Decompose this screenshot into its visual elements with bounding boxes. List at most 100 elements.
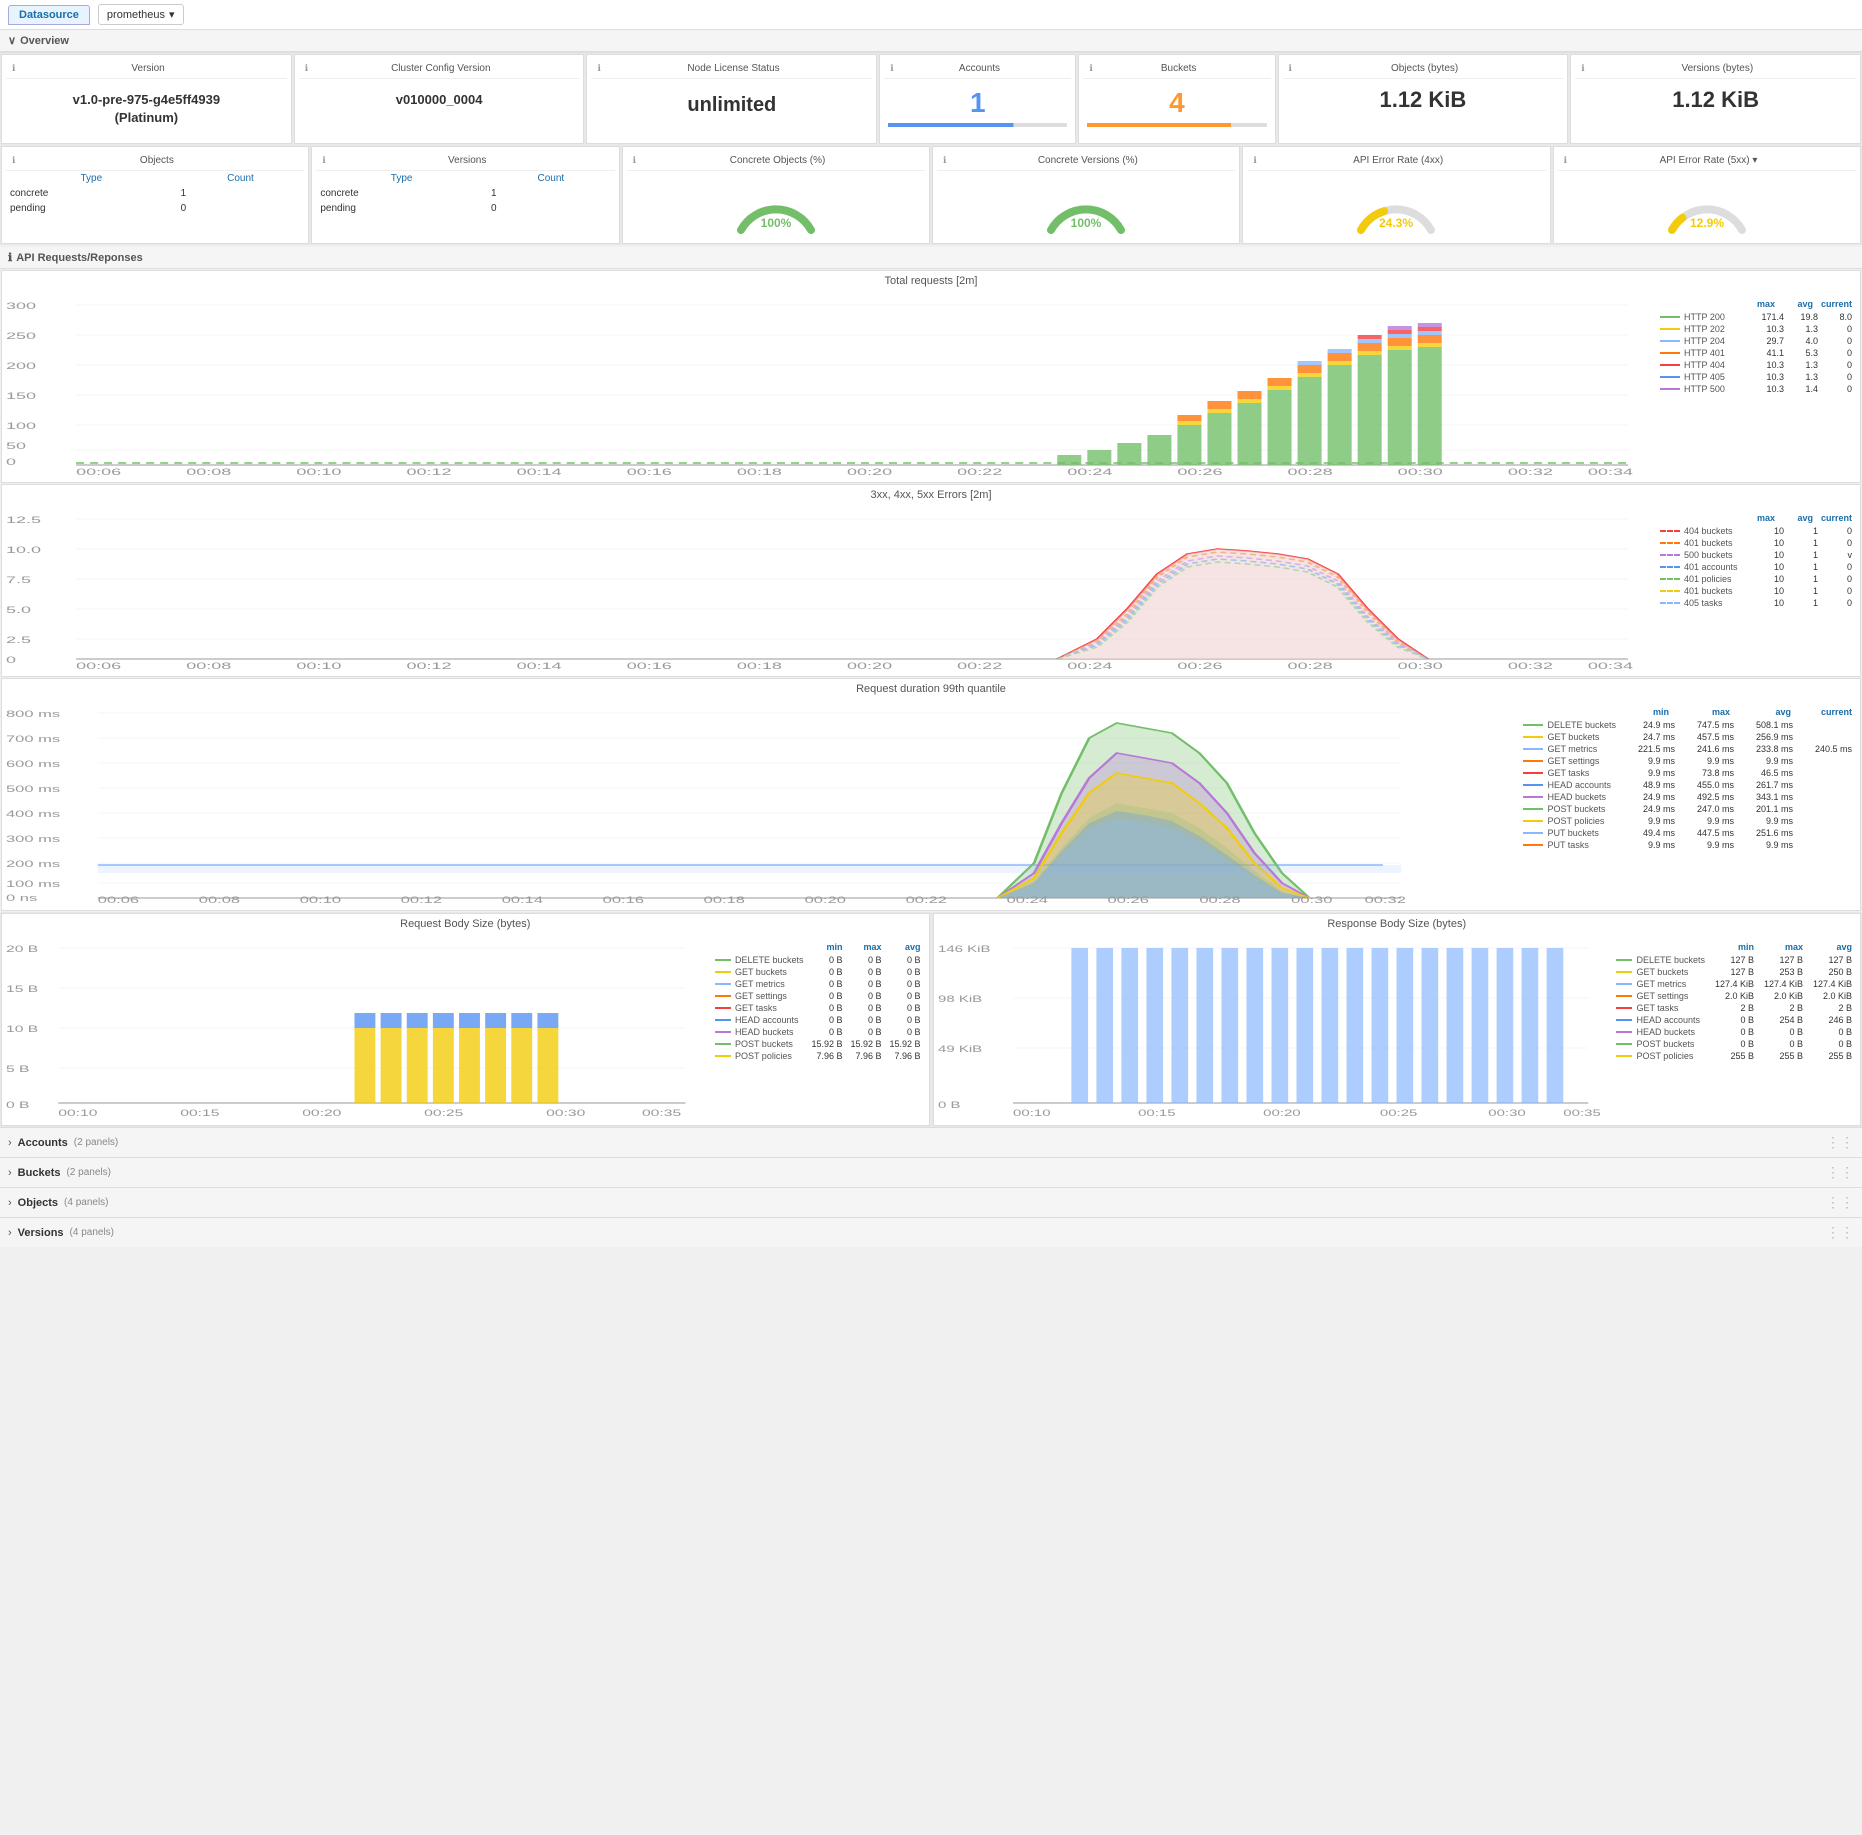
svg-text:00:35: 00:35 — [642, 1108, 681, 1119]
duration-legend: min max avg current DELETE buckets 24.9 … — [1519, 703, 1856, 906]
svg-text:00:24: 00:24 — [1067, 662, 1112, 672]
svg-text:15 B: 15 B — [6, 984, 38, 995]
request-body-legend: min max avg DELETE buckets 0 B 0 B 0 B G… — [711, 938, 925, 1121]
svg-text:00:14: 00:14 — [502, 895, 543, 905]
objects-drag-handle[interactable]: ⋮⋮ — [1826, 1194, 1854, 1211]
accounts-drag-handle[interactable]: ⋮⋮ — [1826, 1134, 1854, 1151]
cluster-config-panel: ℹ Cluster Config Version v010000_0004 — [294, 54, 585, 144]
svg-text:00:18: 00:18 — [737, 468, 782, 478]
svg-text:00:10: 00:10 — [296, 662, 341, 672]
svg-text:00:10: 00:10 — [300, 895, 341, 905]
legend-get-buckets-resp: GET buckets 127 B 253 B 250 B — [1616, 966, 1852, 978]
total-requests-chart-area: 300 250 200 150 100 50 0 — [2, 291, 1860, 482]
legend-get-tasks-rb: GET tasks 0 B 0 B 0 B — [715, 1002, 921, 1014]
errors-legend-header: maxavgcurrent — [1660, 513, 1852, 523]
total-requests-panel: Total requests [2m] 300 250 200 150 100 … — [1, 270, 1861, 483]
svg-text:00:30: 00:30 — [1291, 895, 1332, 905]
svg-text:00:14: 00:14 — [517, 468, 562, 478]
legend-head-buckets-dur: HEAD buckets 24.9 ms 492.5 ms 343.1 ms — [1523, 791, 1852, 803]
svg-text:250: 250 — [6, 332, 36, 342]
objects-bytes-title: Objects (bytes) — [1292, 63, 1557, 74]
legend-get-settings-dur: GET settings 9.9 ms 9.9 ms 9.9 ms — [1523, 755, 1852, 767]
concrete-objects-gauge-panel: ℹ Concrete Objects (%) 100% — [622, 146, 930, 244]
ver-type-header: Type — [316, 171, 487, 186]
svg-text:98 KiB: 98 KiB — [938, 994, 982, 1004]
svg-text:00:22: 00:22 — [957, 468, 1002, 478]
objects-bytes-header: ℹ Objects (bytes) — [1283, 59, 1564, 79]
node-license-header: ℹ Node License Status — [591, 59, 872, 79]
legend-get-settings-rb: GET settings 0 B 0 B 0 B — [715, 990, 921, 1002]
request-body-title: Request Body Size (bytes) — [2, 914, 929, 934]
concrete-objects-gauge-header: ℹ Concrete Objects (%) — [627, 151, 925, 171]
legend-head-accounts-rb: HEAD accounts 0 B 0 B 0 B — [715, 1014, 921, 1026]
svg-text:0: 0 — [6, 458, 16, 468]
overview-collapse-icon: ∨ — [8, 34, 16, 47]
objects-table-title: Objects — [15, 155, 298, 166]
svg-text:300 ms: 300 ms — [6, 834, 61, 844]
ver-count-header: Count — [487, 171, 615, 186]
versions-section-row[interactable]: › Versions (4 panels) ⋮⋮ — [0, 1217, 1862, 1247]
legend-401policies: 401 policies 10 1 0 — [1660, 573, 1852, 585]
svg-text:00:26: 00:26 — [1108, 895, 1149, 905]
api-error-4xx-gauge-panel: ℹ API Error Rate (4xx) 24.3% — [1242, 146, 1550, 244]
accounts-panel: ℹ Accounts 1 — [879, 54, 1076, 144]
legend-http405: HTTP 405 10.3 1.3 0 — [1660, 371, 1852, 383]
objects-table-header: ℹ Objects — [6, 151, 304, 171]
versions-bytes-title: Versions (bytes) — [1585, 63, 1850, 74]
errors-title: 3xx, 4xx, 5xx Errors [2m] — [2, 485, 1860, 505]
svg-text:00:06: 00:06 — [76, 468, 121, 478]
legend-head-buckets-rb: HEAD buckets 0 B 0 B 0 B — [715, 1026, 921, 1038]
total-requests-svg-area: 300 250 200 150 100 50 0 — [6, 295, 1648, 478]
node-license-value: unlimited — [595, 91, 868, 119]
versions-table: Type Count concrete1 pending0 — [316, 171, 614, 216]
node-license-title: Node License Status — [601, 63, 866, 74]
versions-drag-handle[interactable]: ⋮⋮ — [1826, 1224, 1854, 1241]
prometheus-label: prometheus — [107, 9, 165, 21]
versions-panel-count: (4 panels) — [70, 1227, 114, 1238]
objects-table-panel: ℹ Objects Type Count concrete1 pending0 — [1, 146, 309, 244]
concrete-versions-title: Concrete Versions (%) — [946, 155, 1229, 166]
legend-get-metrics-resp: GET metrics 127.4 KiB 127.4 KiB 127.4 Ki… — [1616, 978, 1852, 990]
api-collapse-icon: ℹ — [8, 251, 12, 264]
svg-text:600 ms: 600 ms — [6, 759, 61, 769]
svg-text:2.5: 2.5 — [6, 636, 31, 646]
buckets-drag-handle[interactable]: ⋮⋮ — [1826, 1164, 1854, 1181]
svg-text:00:30: 00:30 — [1488, 1108, 1526, 1118]
datasource-tab[interactable]: Datasource — [8, 5, 90, 25]
response-body-svg-el: 146 KiB 98 KiB 49 KiB 0 B — [938, 938, 1605, 1118]
concrete-versions-gauge-panel: ℹ Concrete Versions (%) 100% — [932, 146, 1240, 244]
concrete-objects-title: Concrete Objects (%) — [636, 155, 919, 166]
objects-table: Type Count concrete1 pending0 — [6, 171, 304, 216]
legend-get-settings-resp: GET settings 2.0 KiB 2.0 KiB 2.0 KiB — [1616, 990, 1852, 1002]
legend-http401: HTTP 401 41.1 5.3 0 — [1660, 347, 1852, 359]
response-body-panel: Response Body Size (bytes) 146 KiB 98 Ki… — [933, 913, 1862, 1126]
duration-panel: Request duration 99th quantile 800 ms 70… — [1, 678, 1861, 911]
svg-text:5.0: 5.0 — [6, 606, 31, 616]
svg-text:00:32: 00:32 — [1508, 468, 1553, 478]
concrete-versions-gauge-svg: 100% — [1041, 175, 1131, 235]
buckets-section-label: Buckets — [18, 1167, 61, 1179]
prometheus-selector[interactable]: prometheus ▾ — [98, 4, 184, 25]
response-body-legend: min max avg DELETE buckets 127 B 127 B 1… — [1612, 938, 1856, 1121]
legend-delete-buckets-dur: DELETE buckets 24.9 ms 747.5 ms 508.1 ms — [1523, 719, 1852, 731]
svg-text:00:18: 00:18 — [737, 662, 782, 672]
svg-text:00:22: 00:22 — [957, 662, 1002, 672]
versions-table-panel: ℹ Versions Type Count concrete1 pending0 — [311, 146, 619, 244]
legend-head-accounts-dur: HEAD accounts 48.9 ms 455.0 ms 261.7 ms — [1523, 779, 1852, 791]
api-requests-section-header[interactable]: ℹ API Requests/Reponses — [0, 247, 1862, 269]
objects-section-row[interactable]: › Objects (4 panels) ⋮⋮ — [0, 1187, 1862, 1217]
bottom-sections: › Accounts (2 panels) ⋮⋮ › Buckets (2 pa… — [0, 1127, 1862, 1247]
response-body-svg: 146 KiB 98 KiB 49 KiB 0 B — [938, 938, 1605, 1121]
svg-text:00:12: 00:12 — [406, 468, 451, 478]
legend-401buckets: 401 buckets 10 1 0 — [1660, 537, 1852, 549]
legend-head-buckets-resp: HEAD buckets 0 B 0 B 0 B — [1616, 1026, 1852, 1038]
buckets-section-row[interactable]: › Buckets (2 panels) ⋮⋮ — [0, 1157, 1862, 1187]
legend-post-policies-dur: POST policies 9.9 ms 9.9 ms 9.9 ms — [1523, 815, 1852, 827]
svg-text:0 ns: 0 ns — [6, 893, 38, 903]
svg-text:00:12: 00:12 — [401, 895, 442, 905]
legend-post-buckets-dur: POST buckets 24.9 ms 247.0 ms 201.1 ms — [1523, 803, 1852, 815]
overview-row2: ℹ Objects Type Count concrete1 pending0 … — [0, 145, 1862, 245]
overview-section-header[interactable]: ∨ Overview — [0, 30, 1862, 52]
overview-row1: ℹ Version v1.0-pre-975-g4e5ff4939(Platin… — [0, 52, 1862, 145]
accounts-section-row[interactable]: › Accounts (2 panels) ⋮⋮ — [0, 1127, 1862, 1157]
